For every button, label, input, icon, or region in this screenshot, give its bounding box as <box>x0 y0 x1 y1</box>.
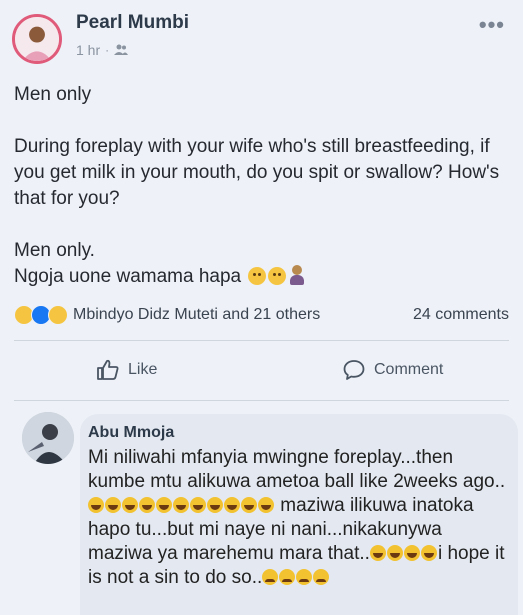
commenter-avatar[interactable] <box>22 412 74 464</box>
laughing-face-icon <box>207 497 223 513</box>
post-time[interactable]: 1 hr <box>76 42 100 58</box>
laughing-face-icon <box>122 497 138 513</box>
laughing-face-icon <box>156 497 172 513</box>
friends-icon[interactable] <box>114 44 129 56</box>
emoji-run <box>88 495 275 516</box>
thumbs-up-icon <box>97 359 119 380</box>
wow-reaction-icon <box>48 305 68 325</box>
divider <box>14 340 509 341</box>
like-button[interactable]: Like <box>96 358 157 382</box>
post-meta: 1 hr · <box>76 42 129 58</box>
comment-label: Comment <box>374 361 444 378</box>
confused-face-icon <box>268 267 287 285</box>
laughing-face-icon <box>241 497 257 513</box>
comment-count-link[interactable]: 24 comments <box>413 306 509 324</box>
post-line-2: During foreplay with your wife who's sti… <box>14 136 500 209</box>
author-avatar[interactable] <box>12 14 62 64</box>
post-card: Pearl Mumbi 1 hr · ••• Men only During f… <box>0 0 523 615</box>
laughing-face-icon <box>173 497 189 513</box>
laughing-face-icon <box>190 497 206 513</box>
laughing-face-icon <box>139 497 155 513</box>
emoji-run <box>262 567 330 588</box>
like-label: Like <box>128 361 158 378</box>
person-facepalming-icon <box>288 265 306 285</box>
laughing-face-icon <box>369 545 386 561</box>
commenter-name[interactable]: Abu Mmoja <box>88 424 174 442</box>
post-line-1: Men only <box>14 84 92 105</box>
laughing-face-icon <box>105 497 121 513</box>
post-author-name[interactable]: Pearl Mumbi <box>76 12 189 34</box>
laughing-face-icon <box>386 545 403 561</box>
laughing-face-icon <box>258 497 274 513</box>
reactions-summary: Mbindyo Didz Muteti and 21 others 24 com… <box>14 305 509 325</box>
commenter-avatar-image <box>22 412 74 464</box>
comment-bubble-icon <box>343 360 365 380</box>
post-line-3b: Ngoja uone wamama hapa <box>14 266 242 287</box>
laughing-face-icon <box>420 545 437 561</box>
reactors-link[interactable]: Mbindyo Didz Muteti and 21 others <box>73 306 413 324</box>
post-line-3: Men only. Ngoja uone wamama hapa <box>14 238 509 290</box>
post-body: Men only During foreplay with your wife … <box>14 82 509 290</box>
laughing-face-icon <box>403 545 420 561</box>
sad-face-icon <box>262 569 279 585</box>
laughing-face-icon <box>224 497 240 513</box>
comment-seg-1: Mi niliwahi mfanyia mwingne foreplay...t… <box>88 447 506 492</box>
sad-face-icon <box>296 569 313 585</box>
post-line-3a: Men only. <box>14 240 95 261</box>
laughing-face-icon <box>88 497 104 513</box>
emoji-run <box>369 543 438 564</box>
comment-text: Mi niliwahi mfanyia mwingne foreplay...t… <box>88 446 508 590</box>
reaction-icons[interactable] <box>14 305 68 325</box>
comment-button[interactable]: Comment <box>342 358 443 382</box>
meta-separator: · <box>105 43 110 57</box>
confused-face-icon <box>248 267 267 285</box>
sad-face-icon <box>313 569 330 585</box>
divider <box>14 400 509 401</box>
avatar-image <box>15 17 59 61</box>
sad-face-icon <box>279 569 296 585</box>
post-options-button[interactable]: ••• <box>479 12 505 38</box>
